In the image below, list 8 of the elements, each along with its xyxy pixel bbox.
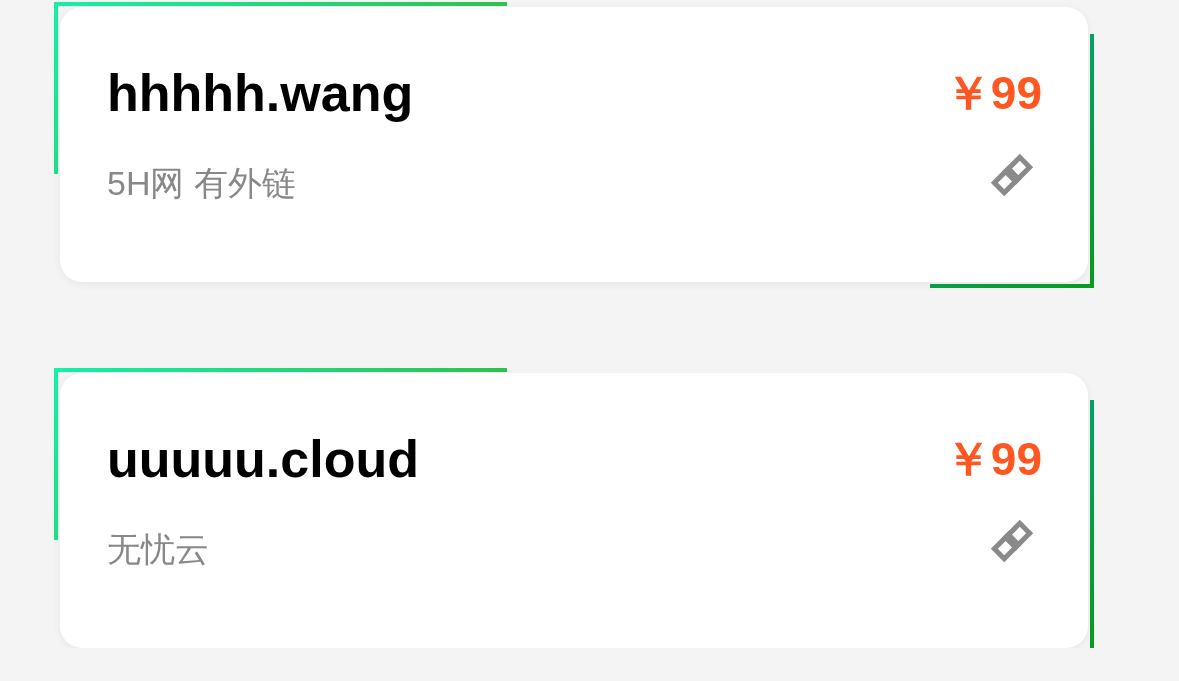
- domain-name: uuuuu.cloud: [107, 429, 419, 490]
- domain-description: 无忧云: [107, 529, 209, 570]
- domain-description: 5H网 有外链: [107, 163, 296, 204]
- price: ￥99: [944, 66, 1042, 121]
- domain-name: hhhhh.wang: [107, 63, 414, 124]
- link-icon[interactable]: [990, 153, 1034, 197]
- link-icon[interactable]: [990, 519, 1034, 563]
- price: ￥99: [944, 432, 1042, 487]
